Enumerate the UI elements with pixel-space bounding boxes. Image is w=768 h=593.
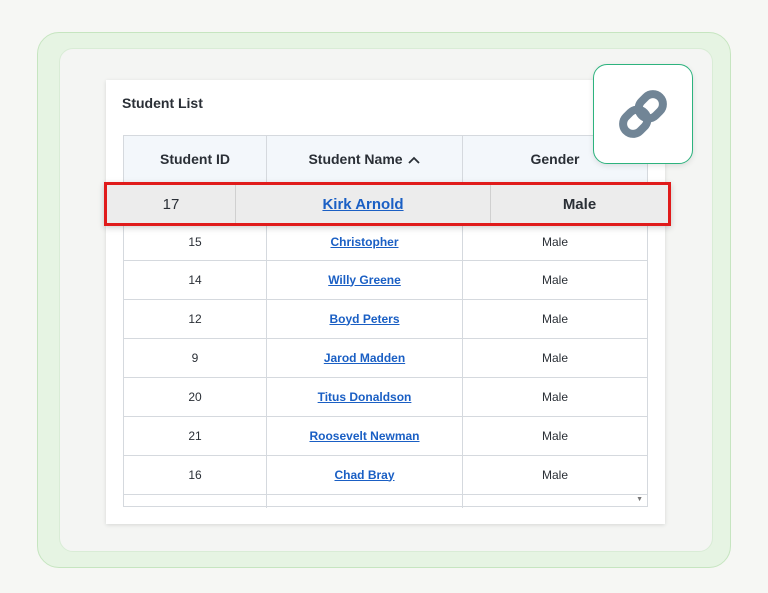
student-name-cell: Kirk Arnold [236, 185, 491, 223]
student-name-link[interactable]: Roosevelt Newman [309, 429, 419, 443]
gender-cell: Male [541, 467, 568, 482]
table-row[interactable]: 15 Christopher Male [124, 222, 647, 261]
gender-cell: Male [541, 311, 568, 326]
student-name-link[interactable]: Boyd Peters [329, 312, 399, 326]
student-name-link[interactable]: Chad Bray [334, 468, 394, 482]
student-name-cell: Chad Bray [267, 455, 463, 494]
student-id-cell: 20 [124, 377, 267, 416]
gender-cell: Male [541, 350, 568, 365]
column-header-label: Student Name [308, 151, 403, 167]
gender-cell: Male [541, 272, 568, 287]
scroll-down-icon[interactable]: ▼ [636, 496, 643, 503]
student-name-cell: Titus Donaldson [267, 377, 463, 416]
student-name-cell: Roosevelt Newman [267, 416, 463, 455]
student-name-link[interactable]: Christopher [330, 235, 398, 249]
column-header-label: Gender [530, 151, 580, 167]
column-header-student-id[interactable]: Student ID [124, 136, 267, 182]
student-name-cell: Boyd Peters [267, 299, 463, 338]
table-row[interactable]: 9 Jarod Madden Male [124, 338, 647, 378]
student-name-cell: Jarod Madden [267, 338, 463, 377]
student-id-cell: 15 [124, 222, 267, 261]
student-name-link[interactable]: Jarod Madden [324, 351, 405, 365]
student-id-cell: 17 [107, 185, 236, 223]
gender-cell: Male [541, 234, 568, 249]
gender-cell: Male [562, 195, 597, 213]
table-row[interactable]: 20 Titus Donaldson Male [124, 377, 647, 417]
student-name-link[interactable]: Titus Donaldson [318, 390, 412, 404]
card-title: Student List [122, 95, 203, 111]
student-name-link[interactable]: Willy Greene [328, 273, 401, 287]
gender-cell: Male [541, 389, 568, 404]
table-row-partial [124, 494, 647, 508]
link-badge[interactable] [593, 64, 693, 164]
selected-row[interactable]: 17 Kirk Arnold Male [104, 182, 671, 226]
student-id-cell: 21 [124, 416, 267, 455]
table-row[interactable]: 21 Roosevelt Newman Male [124, 416, 647, 456]
student-name-link[interactable]: Kirk Arnold [322, 196, 403, 213]
table-row[interactable]: 16 Chad Bray Male [124, 455, 647, 495]
empty-cell [124, 494, 267, 508]
table-row[interactable]: 12 Boyd Peters Male [124, 299, 647, 339]
gender-cell: Male [541, 428, 568, 443]
student-id-cell: 9 [124, 338, 267, 377]
student-name-cell: Christopher [267, 222, 463, 261]
student-name-cell: Willy Greene [267, 260, 463, 299]
student-id-cell: 16 [124, 455, 267, 494]
empty-cell [267, 494, 463, 508]
column-header-label: Student ID [160, 151, 230, 167]
student-id-cell: 14 [124, 260, 267, 299]
student-id-cell: 12 [124, 299, 267, 338]
table-header: Student ID Student Name Gender [124, 136, 647, 183]
empty-cell [463, 494, 647, 508]
column-header-student-name[interactable]: Student Name [267, 136, 463, 182]
table-row[interactable]: 14 Willy Greene Male [124, 260, 647, 300]
chevron-up-icon[interactable] [407, 152, 421, 164]
link-icon [619, 90, 667, 138]
